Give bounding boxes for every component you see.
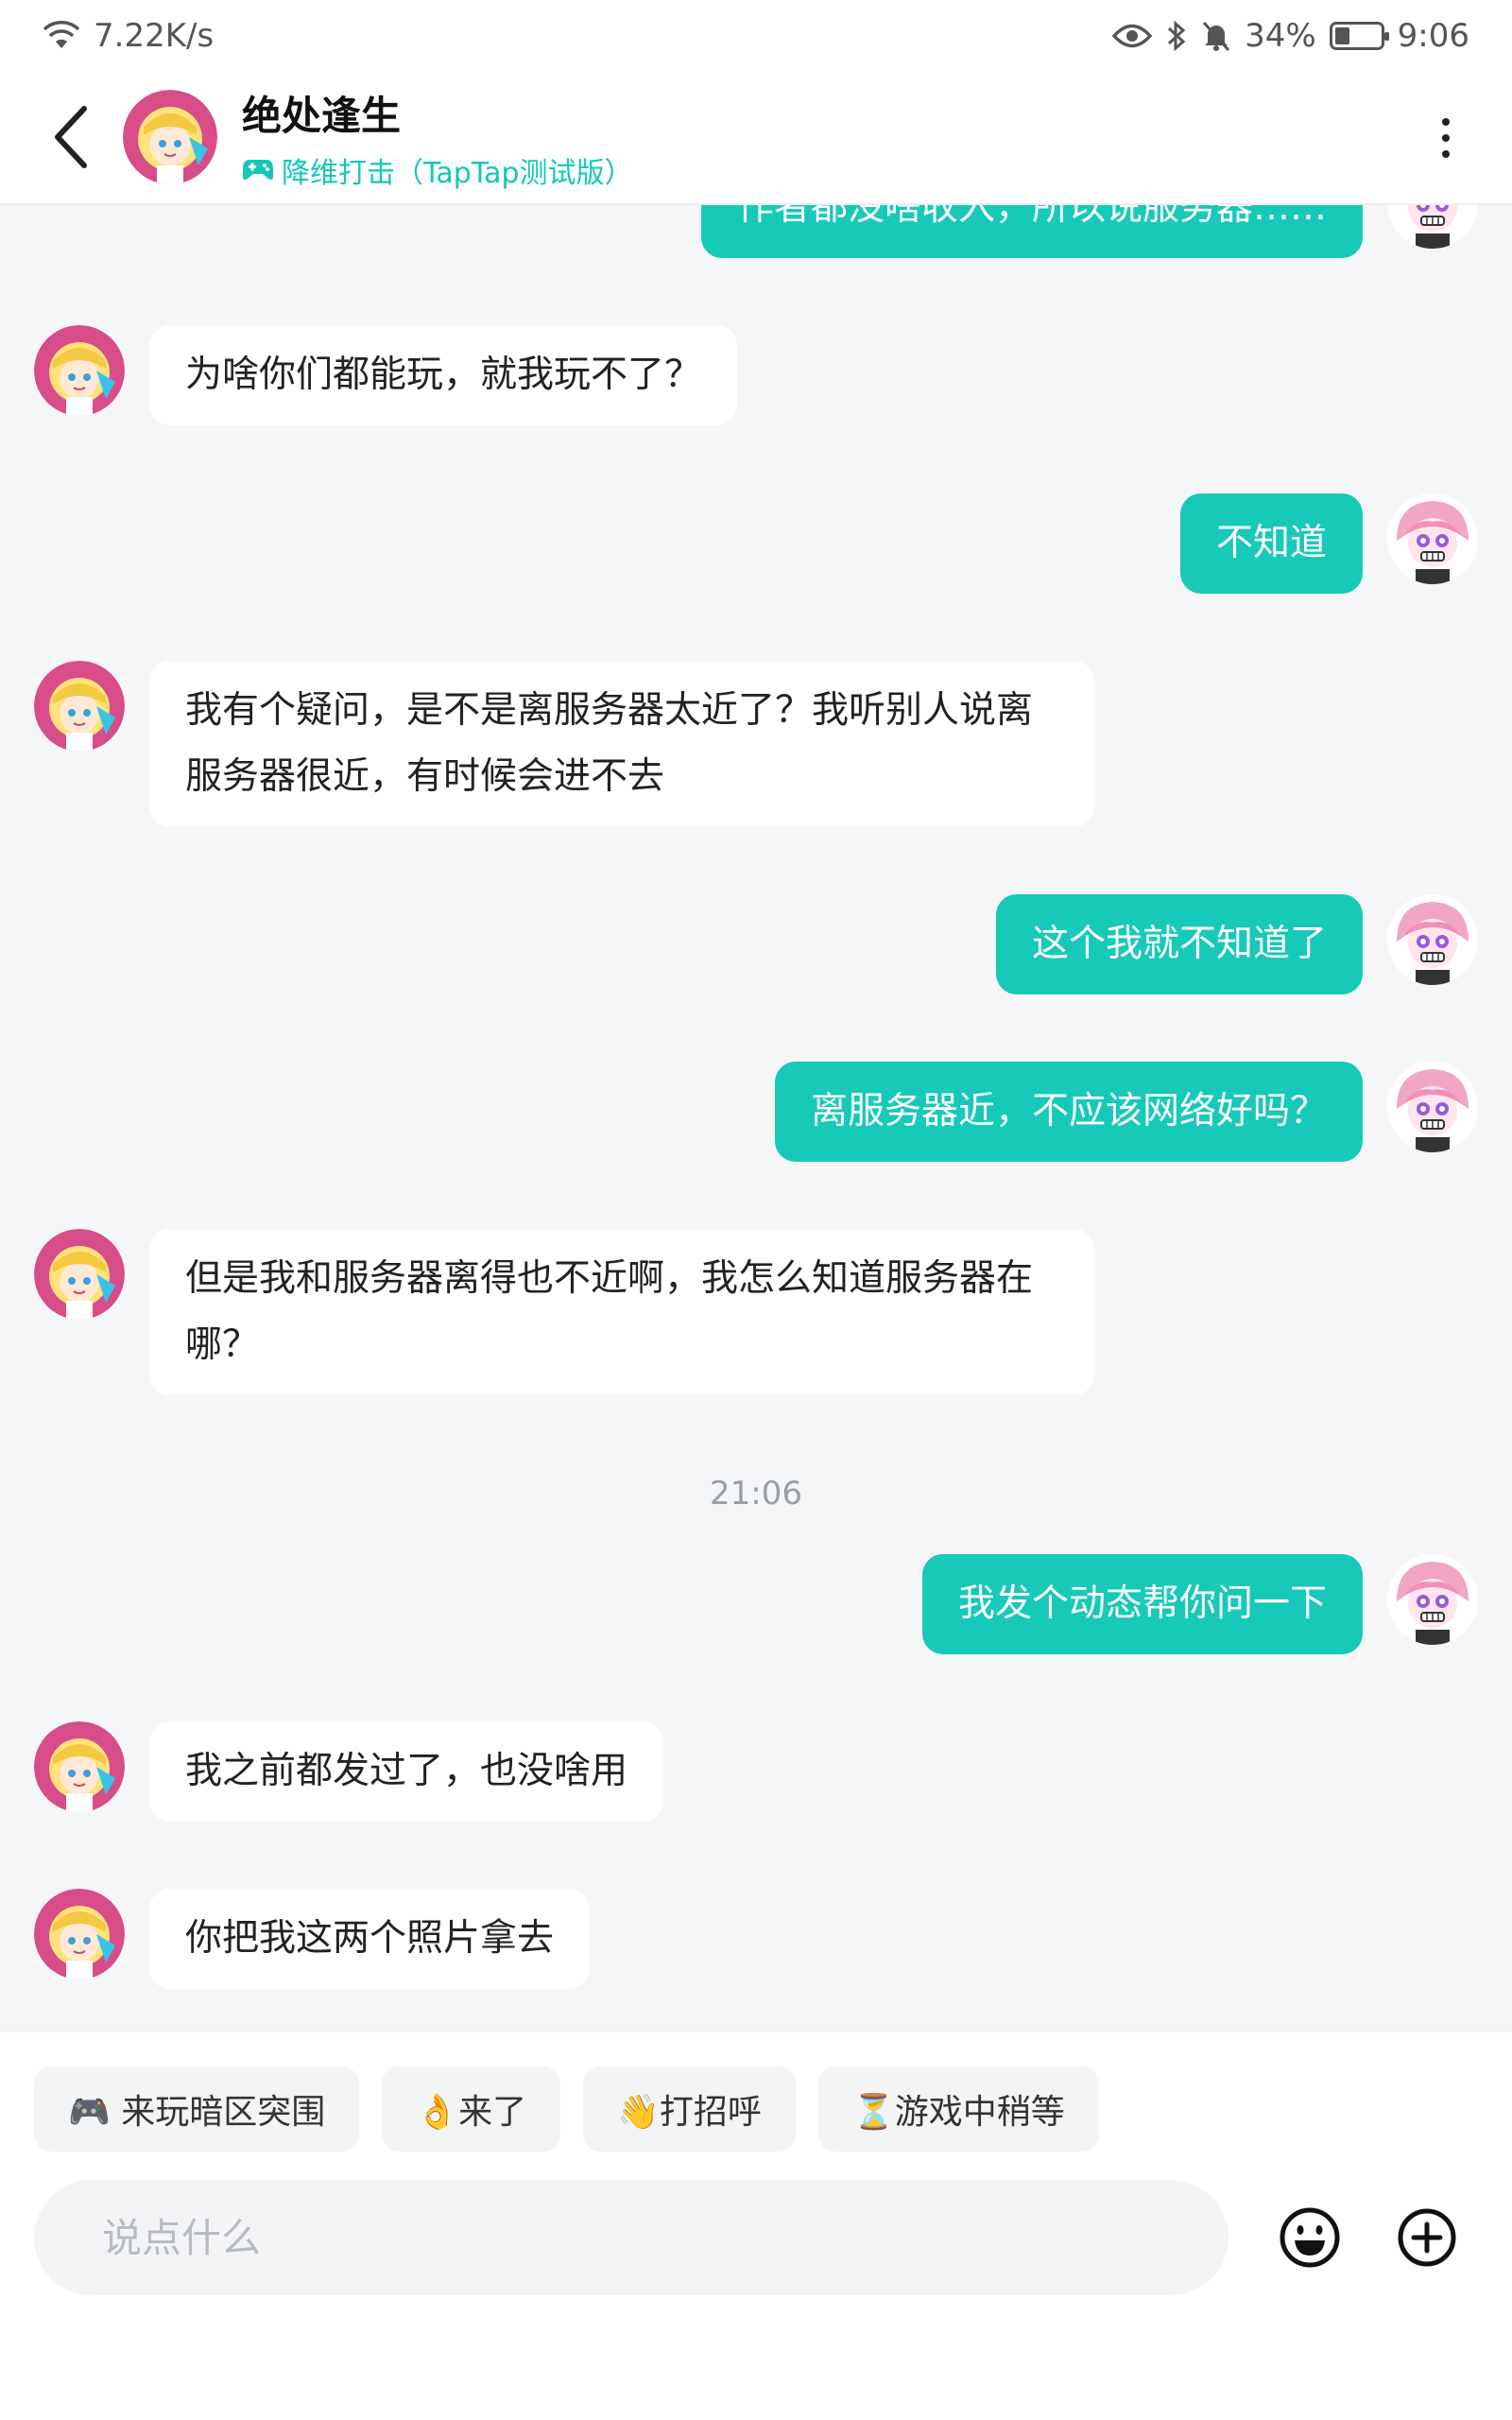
message-incoming: 我之前都发过了，也没啥用	[34, 1721, 664, 1822]
avatar-image	[1387, 1062, 1478, 1152]
status-left: 7.22K/s	[43, 17, 214, 55]
more-dot	[1442, 134, 1450, 142]
quick-reply-chip[interactable]: 🎮 来玩暗区突围	[34, 2066, 360, 2152]
message-input[interactable]	[34, 2180, 1228, 2295]
my-avatar[interactable]	[1387, 1062, 1478, 1152]
game-name: 降维打击（TapTap测试版）	[282, 156, 633, 190]
message-timestamp: 21:06	[710, 1475, 802, 1512]
message-bubble[interactable]: 我有个疑问，是不是离服务器太近了？我听别人说离服务器很近，有时候会进不去	[149, 661, 1094, 827]
quick-reply-chip[interactable]: 👋打招呼	[583, 2066, 796, 2152]
contact-avatar[interactable]	[34, 661, 125, 752]
message-outgoing: 不知道	[1179, 493, 1478, 594]
message-incoming: 但是我和服务器离得也不近啊，我怎么知道服务器在哪？	[34, 1229, 1094, 1395]
contact-game-status[interactable]: 降维打击（TapTap测试版）	[242, 149, 633, 191]
message-bubble[interactable]: 为啥你们都能玩，就我玩不了？	[149, 325, 738, 425]
more-options-button[interactable]	[1418, 105, 1474, 171]
avatar-image	[34, 661, 125, 752]
chevron-left-icon	[55, 106, 87, 168]
mute-bell-icon	[1202, 21, 1230, 51]
input-row	[34, 2180, 1478, 2295]
message-bubble[interactable]: 离服务器近，不应该网络好吗？	[774, 1062, 1363, 1162]
quick-reply-chip[interactable]: ⏳游戏中稍等	[817, 2066, 1099, 2152]
message-outgoing: 作者都没啥收入，所以说服务器……	[700, 205, 1478, 258]
contact-info: 绝处逢生 降维打击（TapTap测试版）	[242, 84, 633, 191]
avatar-image	[34, 1889, 125, 1979]
message-incoming: 你把我这两个照片拿去	[34, 1889, 591, 1989]
quick-replies: 🎮 来玩暗区突围 👌来了 👋打招呼 ⏳游戏中稍等	[34, 2066, 1099, 2152]
network-speed: 7.22K/s	[94, 16, 215, 55]
bluetooth-icon	[1168, 20, 1186, 51]
avatar-image	[1387, 493, 1478, 584]
avatar-image	[34, 325, 125, 416]
smiley-icon	[1280, 2207, 1340, 2268]
contact-avatar[interactable]	[123, 90, 217, 184]
my-avatar[interactable]	[1387, 894, 1478, 985]
quick-reply-chip[interactable]: 👌来了	[382, 2066, 561, 2152]
wifi-icon	[43, 20, 80, 48]
message-bubble[interactable]: 我发个动态帮你问一下	[921, 1554, 1363, 1654]
battery-percent: 34%	[1245, 16, 1316, 55]
avatar-image	[1387, 205, 1478, 249]
more-dot	[1442, 150, 1450, 158]
more-dot	[1442, 118, 1450, 126]
contact-name: 绝处逢生	[242, 92, 402, 139]
clock: 9:06	[1397, 16, 1469, 55]
chat-area[interactable]: 作者都没啥收入，所以说服务器…… 为啥你们都能玩，就我玩不了？ 不知道 我有个疑…	[0, 205, 1512, 2032]
back-button[interactable]	[38, 95, 104, 180]
gamepad-icon	[243, 159, 273, 180]
message-outgoing: 我发个动态帮你问一下	[921, 1554, 1478, 1654]
message-bubble[interactable]: 你把我这两个照片拿去	[149, 1889, 591, 1989]
emoji-button[interactable]	[1272, 2200, 1348, 2275]
avatar-image	[1387, 1554, 1478, 1645]
message-incoming: 为啥你们都能玩，就我玩不了？	[34, 325, 738, 425]
message-bubble[interactable]: 作者都没啥收入，所以说服务器……	[700, 205, 1363, 258]
status-bar: 7.22K/s 34% 9:06	[0, 0, 1512, 71]
contact-avatar[interactable]	[34, 1889, 125, 1979]
avatar-image	[123, 90, 217, 184]
message-outgoing: 离服务器近，不应该网络好吗？	[774, 1062, 1478, 1162]
my-avatar[interactable]	[1387, 1554, 1478, 1645]
status-right: 34% 9:06	[1112, 17, 1469, 55]
my-avatar[interactable]	[1387, 205, 1478, 249]
avatar-image	[34, 1229, 125, 1320]
avatar-image	[34, 1721, 125, 1812]
message-incoming: 我有个疑问，是不是离服务器太近了？我听别人说离服务器很近，有时候会进不去	[34, 661, 1094, 827]
message-outgoing: 这个我就不知道了	[995, 894, 1478, 994]
message-bubble[interactable]: 但是我和服务器离得也不近啊，我怎么知道服务器在哪？	[149, 1229, 1094, 1395]
message-bubble[interactable]: 我之前都发过了，也没啥用	[149, 1721, 664, 1822]
battery-level	[1334, 26, 1350, 44]
battery-icon	[1329, 21, 1389, 50]
contact-avatar[interactable]	[34, 1229, 125, 1320]
avatar-image	[1387, 894, 1478, 985]
chat-header: 绝处逢生 降维打击（TapTap测试版）	[0, 71, 1512, 205]
eye-icon	[1112, 24, 1153, 47]
composer-panel: 🎮 来玩暗区突围 👌来了 👋打招呼 ⏳游戏中稍等	[0, 2032, 1512, 2420]
message-bubble[interactable]: 不知道	[1179, 493, 1363, 594]
plus-circle-icon	[1398, 2208, 1456, 2267]
contact-avatar[interactable]	[34, 325, 125, 416]
message-bubble[interactable]: 这个我就不知道了	[995, 894, 1363, 994]
contact-avatar[interactable]	[34, 1721, 125, 1812]
attach-button[interactable]	[1389, 2200, 1465, 2275]
my-avatar[interactable]	[1387, 493, 1478, 584]
